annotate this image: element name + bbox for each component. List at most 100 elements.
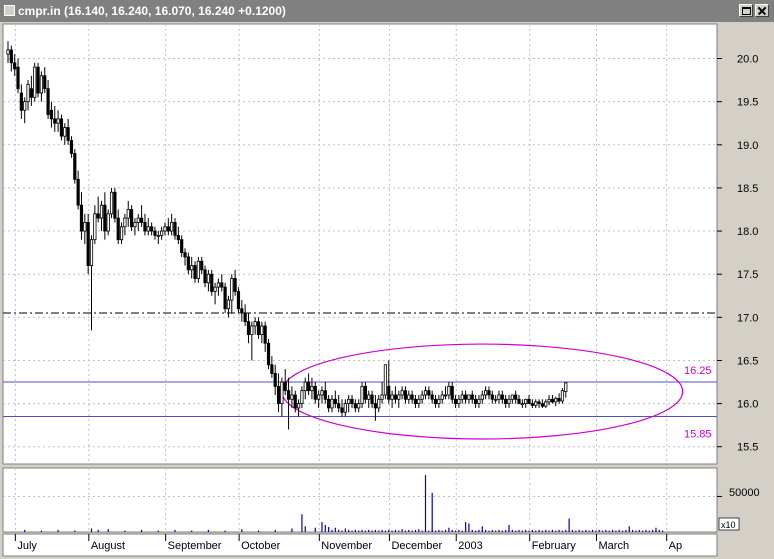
candle-body (129, 209, 134, 228)
candle-body (276, 385, 281, 405)
candle-body (310, 385, 314, 392)
candle-body (203, 269, 207, 284)
candle-body (447, 385, 451, 396)
candle-body (477, 398, 481, 405)
candle-body (330, 398, 334, 409)
candle-body (377, 398, 381, 409)
candle-body (6, 49, 10, 55)
candle-body (393, 394, 398, 400)
candle-body (367, 394, 371, 400)
volume-tick-label: 50000 (729, 487, 760, 499)
candle-body (317, 394, 321, 400)
candle-body (230, 278, 234, 301)
candle-body (89, 239, 94, 266)
candle-body (126, 209, 130, 219)
candle-body (547, 398, 551, 403)
candle-body (190, 265, 194, 271)
candle-body (63, 127, 67, 137)
candle-body (196, 260, 200, 279)
candle-body (530, 403, 534, 406)
price-tick-label: 18.5 (737, 183, 758, 195)
candle-body (79, 204, 84, 232)
candle-body (327, 398, 331, 409)
candle-body (243, 312, 247, 323)
candle-body (173, 222, 177, 236)
candle-body (480, 394, 484, 400)
price-chart: 16.25 15.85 20.0 19.5 19.0 18.5 18.0 17.5 17.0 1… (2, 23, 760, 557)
price-tick-label: 19.5 (737, 97, 758, 109)
candle-body (210, 273, 214, 292)
candle-body (333, 398, 337, 405)
candle-body (240, 308, 244, 314)
candle-body (347, 398, 351, 405)
candle-body (550, 398, 555, 403)
candle-body (413, 398, 418, 405)
candle-body (463, 394, 468, 400)
candle-body (59, 118, 64, 137)
candle-body (83, 222, 87, 232)
candle-body (193, 265, 197, 279)
candle-body (397, 394, 401, 400)
candle-body (433, 398, 438, 405)
candle-body (537, 401, 541, 405)
price-tick-label: 18.0 (737, 226, 758, 238)
candle-body (437, 398, 441, 405)
candle-body (490, 394, 494, 400)
candle-body (387, 385, 391, 400)
candle-body (16, 66, 20, 90)
candle-body (69, 140, 74, 154)
candle-body (527, 398, 531, 405)
candle-body (250, 325, 254, 335)
candle-body (427, 390, 431, 396)
candle-body (504, 398, 508, 405)
candle-body (286, 390, 291, 400)
candle-body (26, 83, 30, 103)
month-label: Ap (669, 540, 682, 552)
candle-body (113, 191, 117, 219)
candle-body (226, 299, 231, 310)
candle-body (440, 394, 444, 400)
candle-body (420, 394, 424, 400)
candle-body (256, 321, 261, 335)
candle-body (283, 381, 287, 392)
candle-body (183, 252, 187, 258)
candle-body (564, 382, 568, 392)
candle-body (106, 213, 110, 232)
candle-body (303, 381, 307, 392)
price-tick-label: 17.0 (737, 312, 758, 324)
candle-body (73, 153, 77, 180)
level-label: 15.85 (684, 429, 712, 441)
candle-body (443, 394, 448, 397)
candle-body (373, 403, 378, 409)
candle-body (500, 394, 504, 400)
volume-panel (2, 467, 718, 533)
candle-body (380, 394, 384, 400)
candle-body (236, 291, 241, 310)
price-axis: 20.0 19.5 19.0 18.5 18.0 17.5 17.0 16.5 16.0 15.5 (717, 54, 758, 497)
price-tick-label: 16.0 (737, 399, 758, 411)
candle-body (450, 385, 454, 400)
candle-body (507, 398, 511, 405)
candle-body (266, 342, 271, 366)
candle-body (453, 398, 458, 405)
candle-body (410, 394, 414, 400)
candle-body (116, 217, 120, 241)
candle-body (494, 398, 498, 401)
candle-body (153, 230, 157, 236)
candle-body (29, 88, 33, 98)
candle-body (353, 403, 357, 409)
candle-body (150, 226, 154, 232)
candle-body (467, 394, 471, 400)
candle-body (13, 62, 17, 70)
candle-body (96, 213, 100, 219)
candle-body (103, 204, 107, 232)
candle-body (66, 127, 70, 141)
candle-body (163, 226, 167, 232)
candle-body (43, 75, 47, 90)
candle-body (136, 217, 140, 223)
candle-body (99, 204, 104, 219)
price-tick-label: 19.0 (737, 140, 758, 152)
candle-body (280, 381, 284, 405)
candle-body (383, 364, 388, 396)
candle-body (497, 394, 501, 400)
